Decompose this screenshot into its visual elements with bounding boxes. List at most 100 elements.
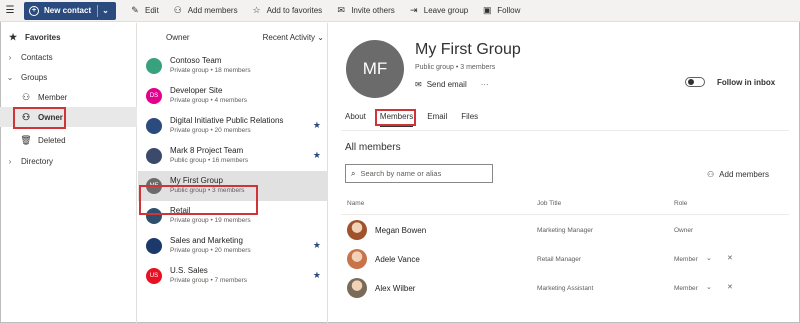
nav-groups[interactable]: ⌄ Groups xyxy=(0,67,137,87)
toggle-knob xyxy=(688,79,694,85)
sort-dropdown[interactable]: Recent Activity ⌄ xyxy=(263,33,324,42)
member-row[interactable]: Megan Bowen Marketing Manager Owner xyxy=(341,217,789,245)
nav-contacts-label: Contacts xyxy=(21,52,53,62)
column-header-job-title[interactable]: Job Title xyxy=(537,200,561,207)
split-divider xyxy=(97,4,99,17)
nav-favorites-label: Favorites xyxy=(25,32,61,42)
nav-favorites[interactable]: ★ Favorites xyxy=(0,27,137,47)
group-name: My First Group xyxy=(170,176,223,185)
send-email-label: Send email xyxy=(426,80,467,89)
command-bar: ☰ + New contact ⌄ ✎ Edit ⚇ Add members ☆ Ad… xyxy=(0,0,800,22)
role-dropdown-chevron-icon[interactable]: ⌄ xyxy=(706,254,712,262)
invite-others-button[interactable]: ✉ Invite others xyxy=(336,5,394,16)
remove-member-icon[interactable]: ✕ xyxy=(727,283,733,291)
member-avatar xyxy=(347,278,367,298)
section-title: All members xyxy=(345,142,401,153)
selected-group-highlight-box xyxy=(139,185,258,215)
members-tab-highlight-box xyxy=(375,109,416,126)
member-avatar xyxy=(347,220,367,240)
more-options-icon[interactable]: ··· xyxy=(481,80,489,89)
member-search-input[interactable]: ⌕ Search by name or alias xyxy=(345,164,493,183)
add-to-favorites-button[interactable]: ☆ Add to favorites xyxy=(252,5,323,16)
leave-group-button[interactable]: ⇥ Leave group xyxy=(409,5,468,16)
group-list-item[interactable]: DS Developer Site Private group • 4 member… xyxy=(138,81,328,111)
group-avatar-icon xyxy=(146,148,162,164)
people-icon: ⚇ xyxy=(21,91,31,102)
member-name: Adele Vance xyxy=(375,255,420,264)
tab-email[interactable]: Email xyxy=(427,111,447,127)
follow-button[interactable]: ▣ Follow xyxy=(482,5,520,16)
list-header: Owner Recent Activity ⌄ xyxy=(138,23,328,51)
group-detail-pane: MF My First Group Public group • 3 membe… xyxy=(329,23,799,323)
add-members-label: Add members xyxy=(719,170,769,179)
edit-button[interactable]: ✎ Edit xyxy=(130,5,159,16)
favorite-star-icon[interactable]: ★ xyxy=(313,150,321,161)
send-email-button[interactable]: ✉ Send email ··· xyxy=(415,80,489,89)
column-header-name[interactable]: Name xyxy=(347,200,364,207)
person-add-icon: + xyxy=(29,5,39,16)
member-row[interactable]: Adele Vance Retail Manager Member ⌄ ✕ xyxy=(341,246,789,274)
group-list-item[interactable]: US U.S. Sales Private group • 7 members ★ xyxy=(138,261,328,291)
favorite-star-icon[interactable]: ★ xyxy=(313,120,321,131)
hamburger-menu-icon[interactable]: ☰ xyxy=(0,0,20,22)
group-avatar: MF xyxy=(346,40,404,98)
favorite-star-icon[interactable]: ★ xyxy=(313,270,321,281)
group-meta: Private group • 7 members xyxy=(170,277,248,284)
group-name: Mark 8 Project Team xyxy=(170,146,244,155)
group-avatar-icon xyxy=(146,118,162,134)
group-avatar-icon xyxy=(146,58,162,74)
chevron-right-icon[interactable]: › xyxy=(3,53,17,62)
tab-divider xyxy=(341,130,789,131)
chevron-right-icon[interactable]: › xyxy=(3,157,17,166)
sort-label: Recent Activity xyxy=(262,32,316,42)
group-meta: Private group • 20 members xyxy=(170,127,251,134)
role-dropdown-chevron-icon[interactable]: ⌄ xyxy=(706,283,712,291)
member-job-title: Marketing Assistant xyxy=(537,285,594,292)
group-meta: Private group • 19 members xyxy=(170,217,251,224)
group-list-item[interactable]: Mark 8 Project Team Public group • 16 mem… xyxy=(138,141,328,171)
mail-icon: ✉ xyxy=(415,80,422,89)
group-name: Contoso Team xyxy=(170,56,222,65)
star-filled-icon: ★ xyxy=(8,31,18,42)
add-to-favorites-label: Add to favorites xyxy=(266,6,323,15)
mail-icon: ✉ xyxy=(337,5,345,15)
remove-member-icon[interactable]: ✕ xyxy=(727,254,733,262)
group-list-item[interactable]: Sales and Marketing Private group • 20 me… xyxy=(138,231,328,261)
tab-about[interactable]: About xyxy=(345,111,366,127)
member-name: Megan Bowen xyxy=(375,226,427,235)
add-members-toolbar-button[interactable]: ⚇ Add members xyxy=(173,5,238,16)
add-members-button[interactable]: ⚇ Add members xyxy=(707,170,769,179)
pencil-icon: ✎ xyxy=(131,5,139,15)
nav-member-label: Member xyxy=(38,92,68,102)
new-contact-button[interactable]: + New contact ⌄ xyxy=(24,1,116,20)
group-list-item[interactable]: Contoso Team Private group • 18 members xyxy=(138,51,328,81)
nav-directory[interactable]: › Directory xyxy=(0,151,137,171)
follow-in-inbox: Follow in inbox xyxy=(685,77,775,87)
leave-icon: ⇥ xyxy=(409,5,418,15)
search-placeholder: Search by name or alias xyxy=(360,169,442,178)
member-role: Member xyxy=(674,285,698,292)
member-role: Member xyxy=(674,256,698,263)
group-meta: Public group • 16 members xyxy=(170,157,249,164)
group-title: My First Group xyxy=(415,41,521,58)
chevron-down-icon[interactable]: ⌄ xyxy=(102,6,109,15)
follow-in-inbox-label: Follow in inbox xyxy=(717,77,776,87)
nav-deleted[interactable]: 🗑 Deleted xyxy=(0,130,137,150)
favorite-star-icon[interactable]: ★ xyxy=(313,240,321,251)
nav-member[interactable]: ⚇ Member xyxy=(0,87,137,107)
member-row[interactable]: Alex Wilber Marketing Assistant Member ⌄ ✕ xyxy=(341,275,789,303)
detail-tabs: About Members Email Files xyxy=(345,111,492,127)
star-outline-icon: ☆ xyxy=(252,5,261,15)
column-header-role[interactable]: Role xyxy=(674,200,687,207)
nav-contacts[interactable]: › Contacts xyxy=(0,47,137,67)
group-meta: Private group • 4 members xyxy=(170,97,248,104)
add-members-toolbar-label: Add members xyxy=(187,6,238,15)
group-subtitle: Public group • 3 members xyxy=(415,64,496,71)
group-meta: Private group • 20 members xyxy=(170,247,251,254)
follow-toggle[interactable] xyxy=(685,77,705,87)
nav-deleted-label: Deleted xyxy=(38,135,66,145)
chevron-down-icon[interactable]: ⌄ xyxy=(3,73,17,82)
leave-group-label: Leave group xyxy=(423,6,469,15)
tab-files[interactable]: Files xyxy=(461,111,478,127)
group-list-item[interactable]: Digital Initiative Public Relations Priva… xyxy=(138,111,328,141)
